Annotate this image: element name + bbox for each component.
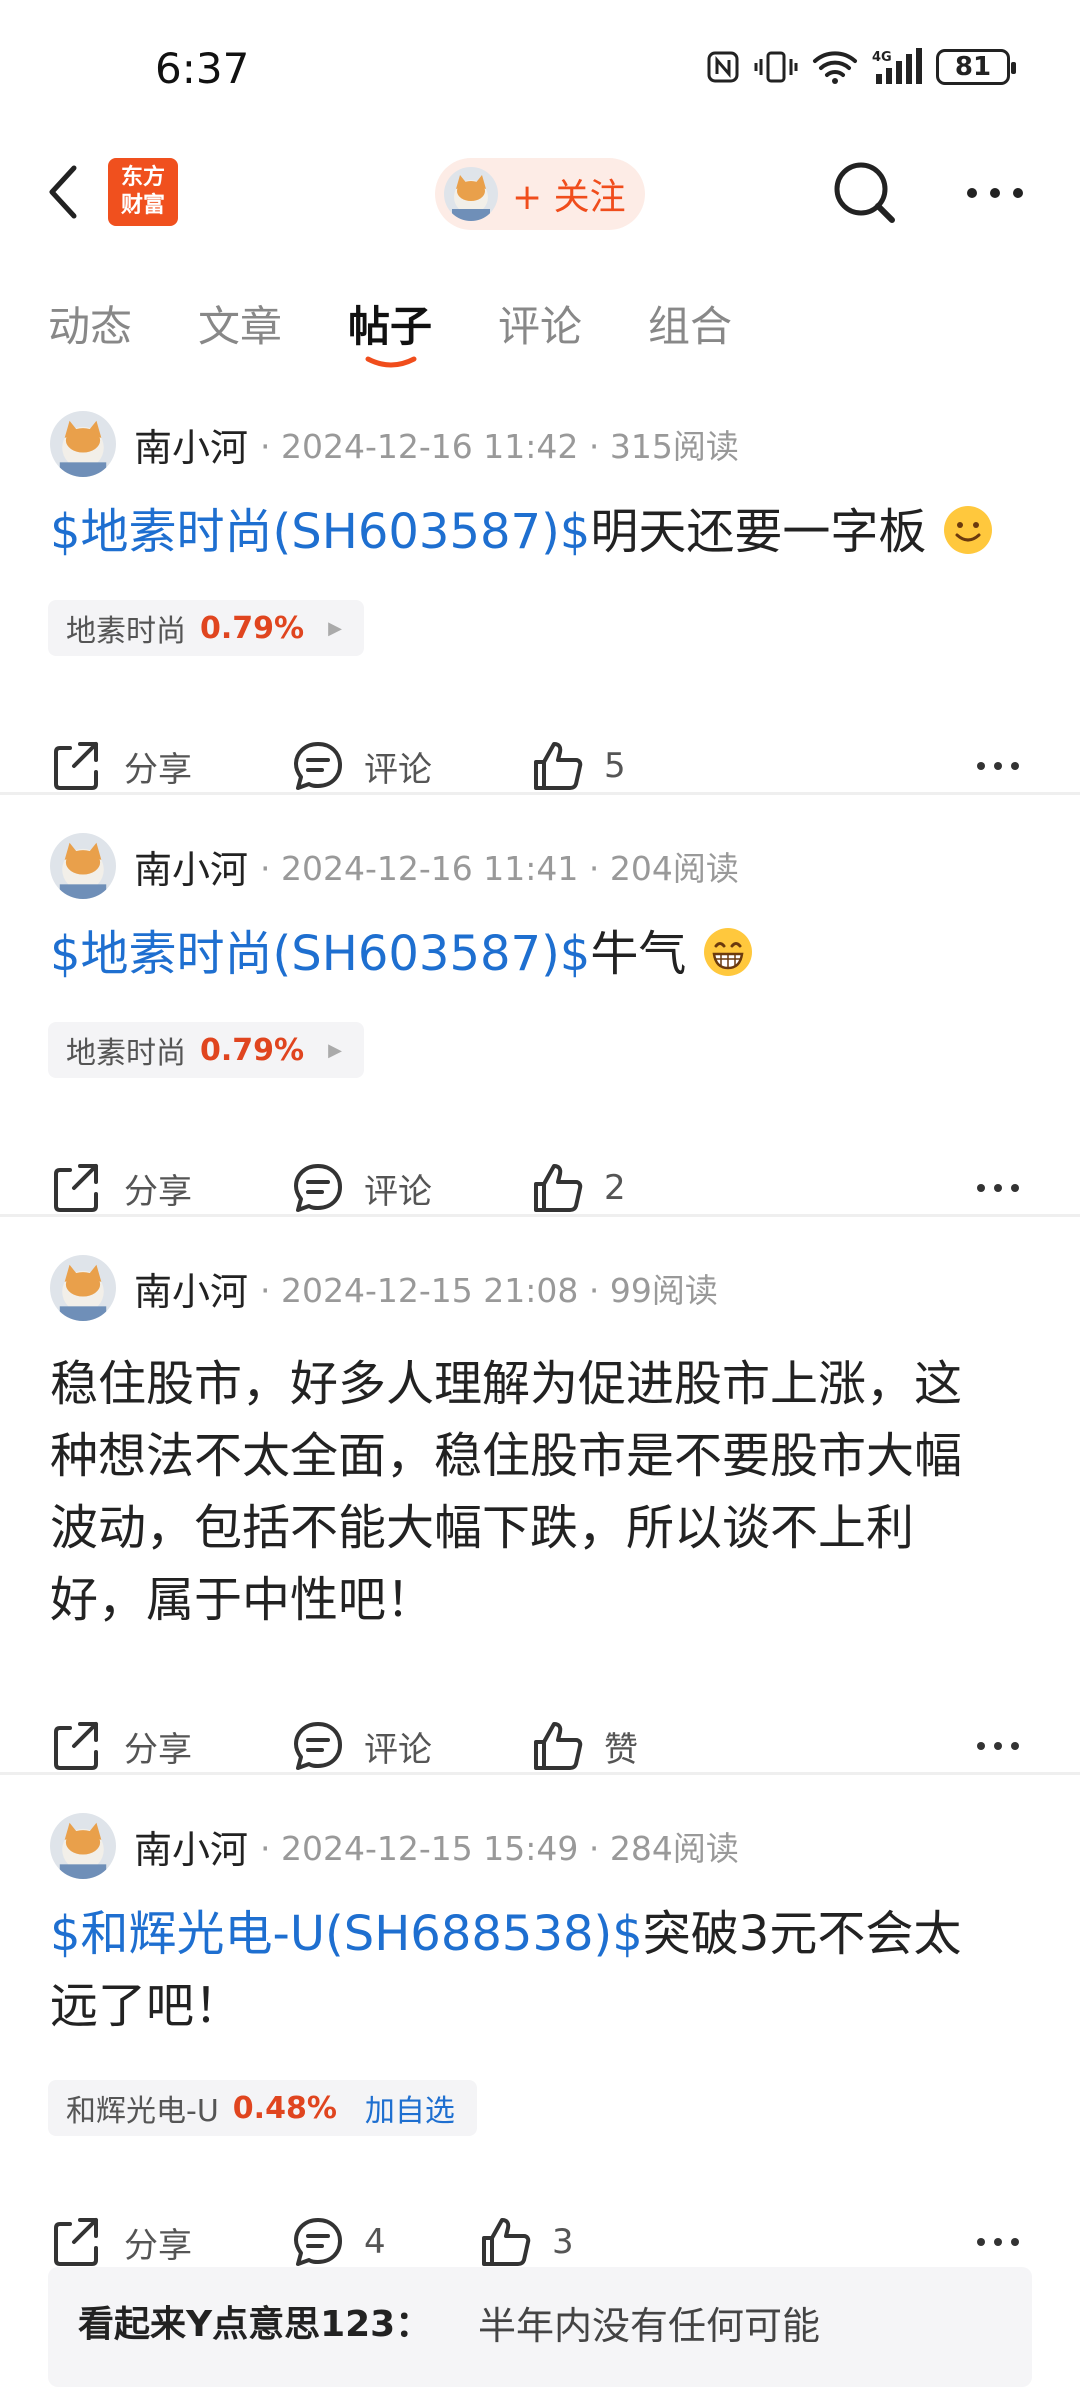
vibrate-icon <box>754 51 798 83</box>
more-icon[interactable] <box>965 186 1025 200</box>
comment-icon <box>294 1722 342 1770</box>
status-icons: 4G 81 <box>706 48 1016 86</box>
post-meta: · 2024-12-16 11:42 · 315阅读 <box>260 427 739 466</box>
back-arrow-icon[interactable] <box>40 162 90 222</box>
post-text-line: 远了吧！ <box>50 1978 243 2034</box>
post-content[interactable]: 稳住股市，好多人理解为促进股市上涨，这 种想法不太全面，稳住股市是不要股市大幅 … <box>50 1348 1040 1636</box>
stock-change: 0.79% <box>200 1032 305 1068</box>
avatar[interactable] <box>50 411 116 477</box>
stock-link[interactable]: $地素时尚(SH603587)$ <box>50 926 590 982</box>
post-header: 南小河 · 2024-12-15 21:08 · 99阅读 <box>50 1252 718 1324</box>
post-text: 牛气 <box>590 926 687 982</box>
author-name[interactable]: 南小河 <box>134 839 248 894</box>
comment-icon <box>294 2218 342 2266</box>
divider <box>0 1214 1080 1217</box>
follow-label: + 关注 <box>512 177 626 218</box>
author-name[interactable]: 南小河 <box>134 417 248 472</box>
stock-name: 地素时尚 <box>66 614 186 649</box>
post-meta: · 2024-12-15 21:08 · 99阅读 <box>260 1271 718 1310</box>
post-meta: · 2024-12-16 11:41 · 204阅读 <box>260 849 739 888</box>
share-icon <box>54 742 98 790</box>
divider <box>0 1772 1080 1775</box>
wifi-icon <box>813 51 857 84</box>
grin-emoji-icon <box>703 928 752 976</box>
author-name[interactable]: 南小河 <box>134 1261 248 1316</box>
tab-posts[interactable]: 帖子 <box>348 293 432 354</box>
nfc-icon <box>707 51 739 83</box>
tab-articles[interactable]: 文章 <box>198 293 282 354</box>
share-icon <box>54 2218 98 2266</box>
stock-link[interactable]: $和辉光电-U(SH688538)$ <box>50 1906 643 1962</box>
stock-chip[interactable]: 地素时尚 0.79% ▶ <box>48 1022 364 1078</box>
post-header: 南小河 · 2024-12-15 15:49 · 284阅读 <box>50 1810 739 1882</box>
more-icon[interactable] <box>975 1182 1021 1194</box>
chevron-right-icon: ▶ <box>328 617 342 639</box>
tab-active-indicator <box>365 356 417 368</box>
post-text-line: 波动，包括不能大幅下跌，所以谈不上利 <box>50 1500 915 1556</box>
stock-name: 和辉光电-U <box>66 2094 219 2129</box>
comment-text: 半年内没有任何可能 <box>478 2304 821 2348</box>
post-text-line: 种想法不太全面，稳住股市是不要股市大幅 <box>50 1428 963 1484</box>
eastmoney-logo[interactable]: 东方 财富 <box>108 158 178 226</box>
tab-dynamic[interactable]: 动态 <box>48 293 132 354</box>
avatar[interactable] <box>50 833 116 899</box>
share-icon <box>54 1164 98 1212</box>
status-bar: 6:37 4G 81 <box>0 0 1080 130</box>
stock-chip[interactable]: 地素时尚 0.79% ▶ <box>48 600 364 656</box>
stock-chip[interactable]: 和辉光电-U 0.48% 加自选 <box>48 2080 477 2136</box>
more-icon[interactable] <box>975 2236 1021 2248</box>
post-meta: · 2024-12-15 15:49 · 284阅读 <box>260 1829 739 1868</box>
post-text-line: 稳住股市，好多人理解为促进股市上涨，这 <box>50 1356 963 1412</box>
status-time: 6:37 <box>155 44 250 93</box>
tab-comments[interactable]: 评论 <box>498 293 582 354</box>
post-text: 明天还要一字板 <box>590 504 927 560</box>
profile-tabs: 动态 文章 帖子 评论 组合 <box>0 285 1080 385</box>
post-content[interactable]: $地素时尚(SH603587)$牛气 <box>50 918 1040 990</box>
post-content[interactable]: $地素时尚(SH603587)$明天还要一字板 <box>50 496 1040 568</box>
more-icon[interactable] <box>975 760 1021 772</box>
comment-icon <box>294 1164 342 1212</box>
stock-link[interactable]: $地素时尚(SH603587)$ <box>50 504 590 560</box>
comment-user[interactable]: 看起来Y点意思123： <box>78 2295 431 2347</box>
follow-button[interactable]: + 关注 <box>435 158 645 230</box>
author-name[interactable]: 南小河 <box>134 1819 248 1874</box>
thumbs-up-icon <box>482 2218 531 2266</box>
signal-icon: 4G <box>872 48 922 84</box>
search-icon[interactable] <box>830 158 900 228</box>
post-text: 突破3元不会太 <box>642 1906 962 1962</box>
post-text-line: 好，属于中性吧！ <box>50 1572 435 1628</box>
stock-change: 0.48% <box>232 2090 337 2126</box>
stock-name: 地素时尚 <box>66 1036 186 1071</box>
post-header: 南小河 · 2024-12-16 11:41 · 204阅读 <box>50 830 739 902</box>
post-content[interactable]: $和辉光电-U(SH688538)$突破3元不会太 远了吧！ <box>50 1898 1040 2042</box>
thumbs-up-icon <box>534 1164 583 1212</box>
top-comment-preview[interactable]: 看起来Y点意思123： 半年内没有任何可能 <box>48 2267 1032 2387</box>
smile-emoji-icon <box>943 506 992 554</box>
divider <box>0 792 1080 795</box>
share-icon <box>54 1722 98 1770</box>
add-watchlist-button[interactable]: 加自选 <box>365 2086 455 2130</box>
stock-change: 0.79% <box>200 610 305 646</box>
comment-icon <box>294 742 342 790</box>
more-icon[interactable] <box>975 1740 1021 1752</box>
avatar <box>444 167 498 221</box>
thumbs-up-icon <box>534 742 583 790</box>
tab-portfolio[interactable]: 组合 <box>648 293 732 354</box>
avatar[interactable] <box>50 1813 116 1879</box>
post-header: 南小河 · 2024-12-16 11:42 · 315阅读 <box>50 408 739 480</box>
battery-icon: 81 <box>936 49 1016 85</box>
chevron-right-icon: ▶ <box>328 1039 342 1061</box>
thumbs-up-icon <box>534 1722 583 1770</box>
svg-text:4G: 4G <box>872 50 892 65</box>
avatar[interactable] <box>50 1255 116 1321</box>
app-header: 东方 财富 + 关注 <box>0 140 1080 250</box>
